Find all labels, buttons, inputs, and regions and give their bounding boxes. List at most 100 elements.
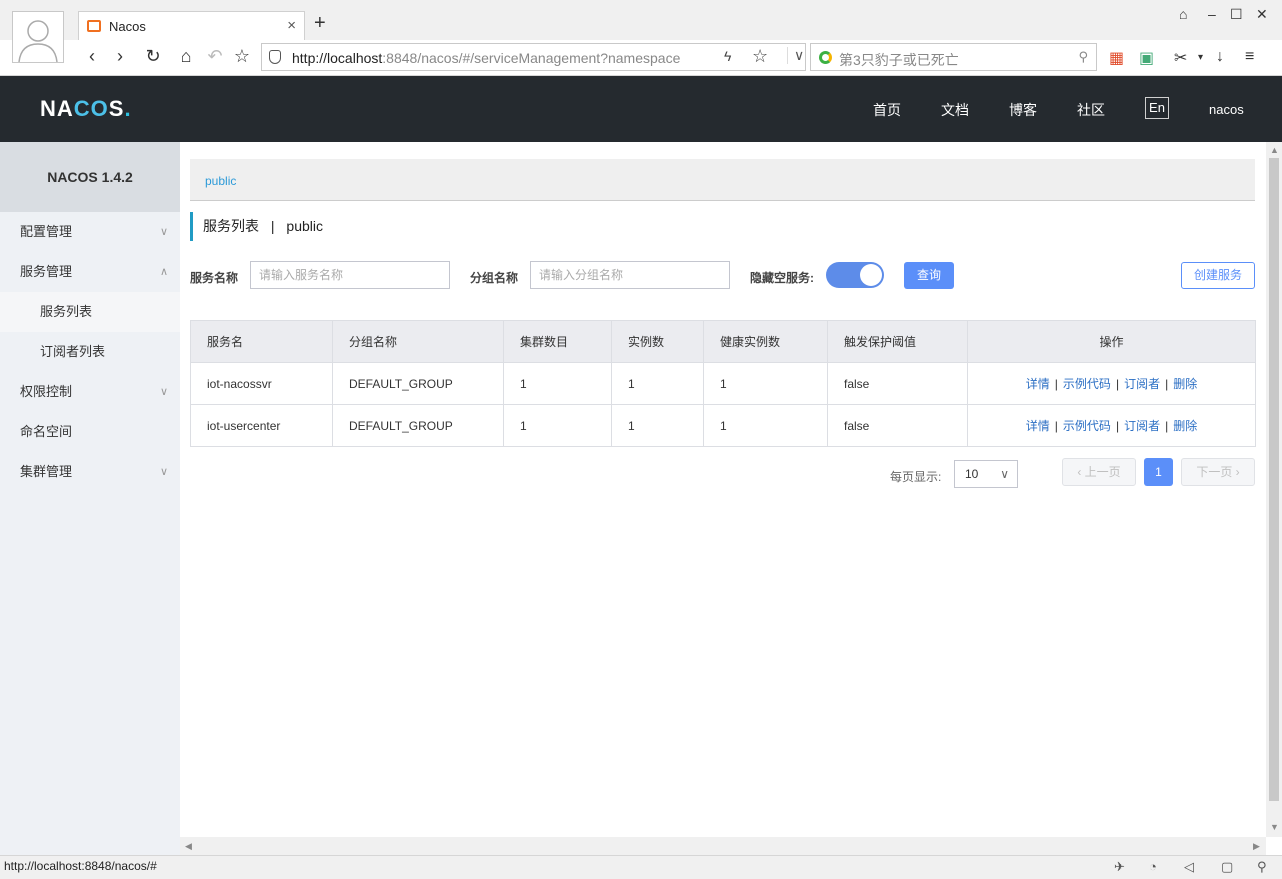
home-icon[interactable]: ⌂: [175, 46, 197, 67]
browser-tab[interactable]: Nacos ×: [78, 11, 305, 40]
favorite-icon[interactable]: ☆: [231, 46, 253, 67]
window-icon[interactable]: ▢: [1221, 859, 1233, 875]
service-name-cell: iot-nacossvr: [190, 362, 333, 405]
search-input[interactable]: 第3只豹子或已死亡: [839, 50, 959, 70]
table-row: iot-nacossvr DEFAULT_GROUP 1 1 1 false 详…: [190, 362, 1256, 405]
sidebar-item-service[interactable]: 服务管理 ∧: [0, 252, 180, 292]
column-header: 操作: [967, 320, 1256, 363]
service-name-input[interactable]: 请输入服务名称: [250, 261, 450, 289]
browser-search-box[interactable]: 第3只豹子或已死亡 ⚲: [810, 43, 1097, 71]
sidebar-item-namespace[interactable]: 命名空间: [0, 412, 180, 452]
speed-icon[interactable]: ◔: [1149, 859, 1157, 874]
column-header: 实例数: [611, 320, 704, 363]
scroll-down-icon[interactable]: ▼: [1270, 822, 1279, 832]
sample-code-link[interactable]: 示例代码: [1063, 419, 1111, 433]
minimize-icon[interactable]: –: [1208, 6, 1216, 22]
table-row: iot-usercenter DEFAULT_GROUP 1 1 1 false…: [190, 404, 1256, 447]
scroll-up-icon[interactable]: ▲: [1270, 145, 1279, 155]
pin-icon[interactable]: ✈: [1114, 859, 1125, 875]
namespace-public-link[interactable]: public: [205, 174, 236, 188]
browser-status-bar: http://localhost:8848/nacos/# ✈ ◔ ◁ ▢ ⚲: [0, 855, 1282, 879]
page-size-label: 每页显示:: [890, 470, 942, 484]
vertical-scrollbar[interactable]: ▲ ▼: [1266, 142, 1282, 837]
sidebar-item-cluster[interactable]: 集群管理 ∨: [0, 452, 180, 492]
nav-home[interactable]: 首页: [873, 100, 901, 120]
maximize-icon[interactable]: ☐: [1230, 6, 1243, 23]
download-icon[interactable]: ↓: [1216, 48, 1224, 66]
language-switch[interactable]: En: [1145, 97, 1169, 119]
create-service-button[interactable]: 创建服务: [1181, 262, 1255, 289]
cluster-count-cell: 1: [503, 404, 612, 447]
column-header: 触发保护阈值: [827, 320, 968, 363]
close-tab-icon[interactable]: ×: [287, 17, 296, 34]
shield-icon: [269, 50, 281, 64]
group-name-label: 分组名称: [470, 271, 519, 285]
apps-icon[interactable]: ▦: [1109, 48, 1124, 68]
volume-icon[interactable]: ◁: [1184, 859, 1194, 875]
delete-link[interactable]: 删除: [1173, 377, 1197, 391]
scrollbar-thumb[interactable]: [1269, 158, 1279, 801]
nav-docs[interactable]: 文档: [941, 100, 969, 120]
query-button[interactable]: 查询: [904, 262, 954, 289]
sidebar-title: NACOS 1.4.2: [0, 142, 180, 212]
chevron-up-icon: ∧: [159, 266, 168, 278]
bookmark-star-icon[interactable]: ☆: [752, 46, 768, 67]
page-title: 服务列表 | public: [190, 212, 323, 241]
address-bar[interactable]: http://localhost:8848/nacos/#/serviceMan…: [261, 43, 806, 71]
subscriber-link[interactable]: 订阅者: [1124, 419, 1160, 433]
main-content: public 服务列表 | public 服务名称 请输入服务名称 分组名称 请…: [180, 142, 1266, 855]
scissors-dropdown-icon[interactable]: ▾: [1198, 52, 1203, 63]
reload-icon[interactable]: ↻: [142, 46, 164, 67]
detail-link[interactable]: 详情: [1026, 377, 1050, 391]
detail-link[interactable]: 详情: [1026, 419, 1050, 433]
nav-blog[interactable]: 博客: [1009, 100, 1037, 120]
next-page-button[interactable]: 下一页 ›: [1181, 458, 1255, 486]
scroll-left-icon[interactable]: ◀: [185, 841, 192, 852]
skin-icon[interactable]: ⌂: [1179, 6, 1187, 22]
close-window-icon[interactable]: ✕: [1256, 6, 1268, 23]
sidebar-item-auth[interactable]: 权限控制 ∨: [0, 372, 180, 412]
column-header: 服务名: [190, 320, 333, 363]
sidebar-item-subscribers[interactable]: 订阅者列表: [0, 332, 180, 372]
sidebar-item-service-list[interactable]: 服务列表: [0, 292, 180, 332]
column-header: 分组名称: [332, 320, 504, 363]
search-engine-icon: [819, 51, 832, 64]
menu-icon[interactable]: ≡: [1245, 48, 1254, 66]
group-name-input[interactable]: 请输入分组名称: [530, 261, 730, 289]
nacos-logo[interactable]: NACOS.: [40, 96, 132, 122]
hide-empty-label: 隐藏空服务:: [750, 271, 814, 285]
search-icon[interactable]: ⚲: [1078, 49, 1088, 65]
sample-code-link[interactable]: 示例代码: [1063, 377, 1111, 391]
user-menu[interactable]: nacos: [1209, 102, 1244, 117]
scissors-icon[interactable]: ✂: [1174, 48, 1187, 68]
toggle-knob: [860, 264, 882, 286]
chevron-down-icon: ∨: [159, 226, 168, 238]
app-header: NACOS. 首页 文档 博客 社区 En nacos: [0, 76, 1282, 142]
profile-avatar[interactable]: [12, 11, 64, 63]
nacos-favicon-icon: [87, 20, 101, 32]
back-icon[interactable]: ‹: [81, 46, 103, 67]
table-header-row: 服务名 分组名称 集群数目 实例数 健康实例数 触发保护阈值 操作: [190, 320, 1256, 363]
horizontal-scrollbar[interactable]: ◀ ▶: [180, 837, 1266, 855]
namespace-bar: public: [190, 159, 1255, 201]
hide-empty-toggle[interactable]: [826, 262, 884, 288]
instance-count-cell: 1: [611, 362, 704, 405]
page-size-select[interactable]: 10 ∨: [954, 460, 1018, 488]
subscriber-link[interactable]: 订阅者: [1124, 377, 1160, 391]
zoom-icon[interactable]: ⚲: [1257, 859, 1267, 875]
browser-tab-bar: Nacos × + ⌂ – ☐ ✕: [0, 0, 1282, 40]
delete-link[interactable]: 删除: [1173, 419, 1197, 433]
lightning-icon[interactable]: ϟ: [724, 48, 731, 64]
scroll-right-icon[interactable]: ▶: [1253, 841, 1260, 852]
current-page-button[interactable]: 1: [1144, 458, 1173, 486]
address-text[interactable]: http://localhost:8848/nacos/#/serviceMan…: [292, 50, 712, 66]
address-dropdown-icon[interactable]: ∨: [787, 47, 804, 64]
nav-community[interactable]: 社区: [1077, 100, 1105, 120]
sidebar-item-config[interactable]: 配置管理 ∨: [0, 212, 180, 252]
screenshot-icon[interactable]: ▣: [1139, 48, 1154, 68]
undo-icon[interactable]: ↶: [204, 46, 226, 67]
forward-icon[interactable]: ›: [109, 46, 131, 67]
new-tab-button[interactable]: +: [314, 12, 326, 35]
group-cell: DEFAULT_GROUP: [332, 404, 504, 447]
prev-page-button[interactable]: ‹ 上一页: [1062, 458, 1136, 486]
